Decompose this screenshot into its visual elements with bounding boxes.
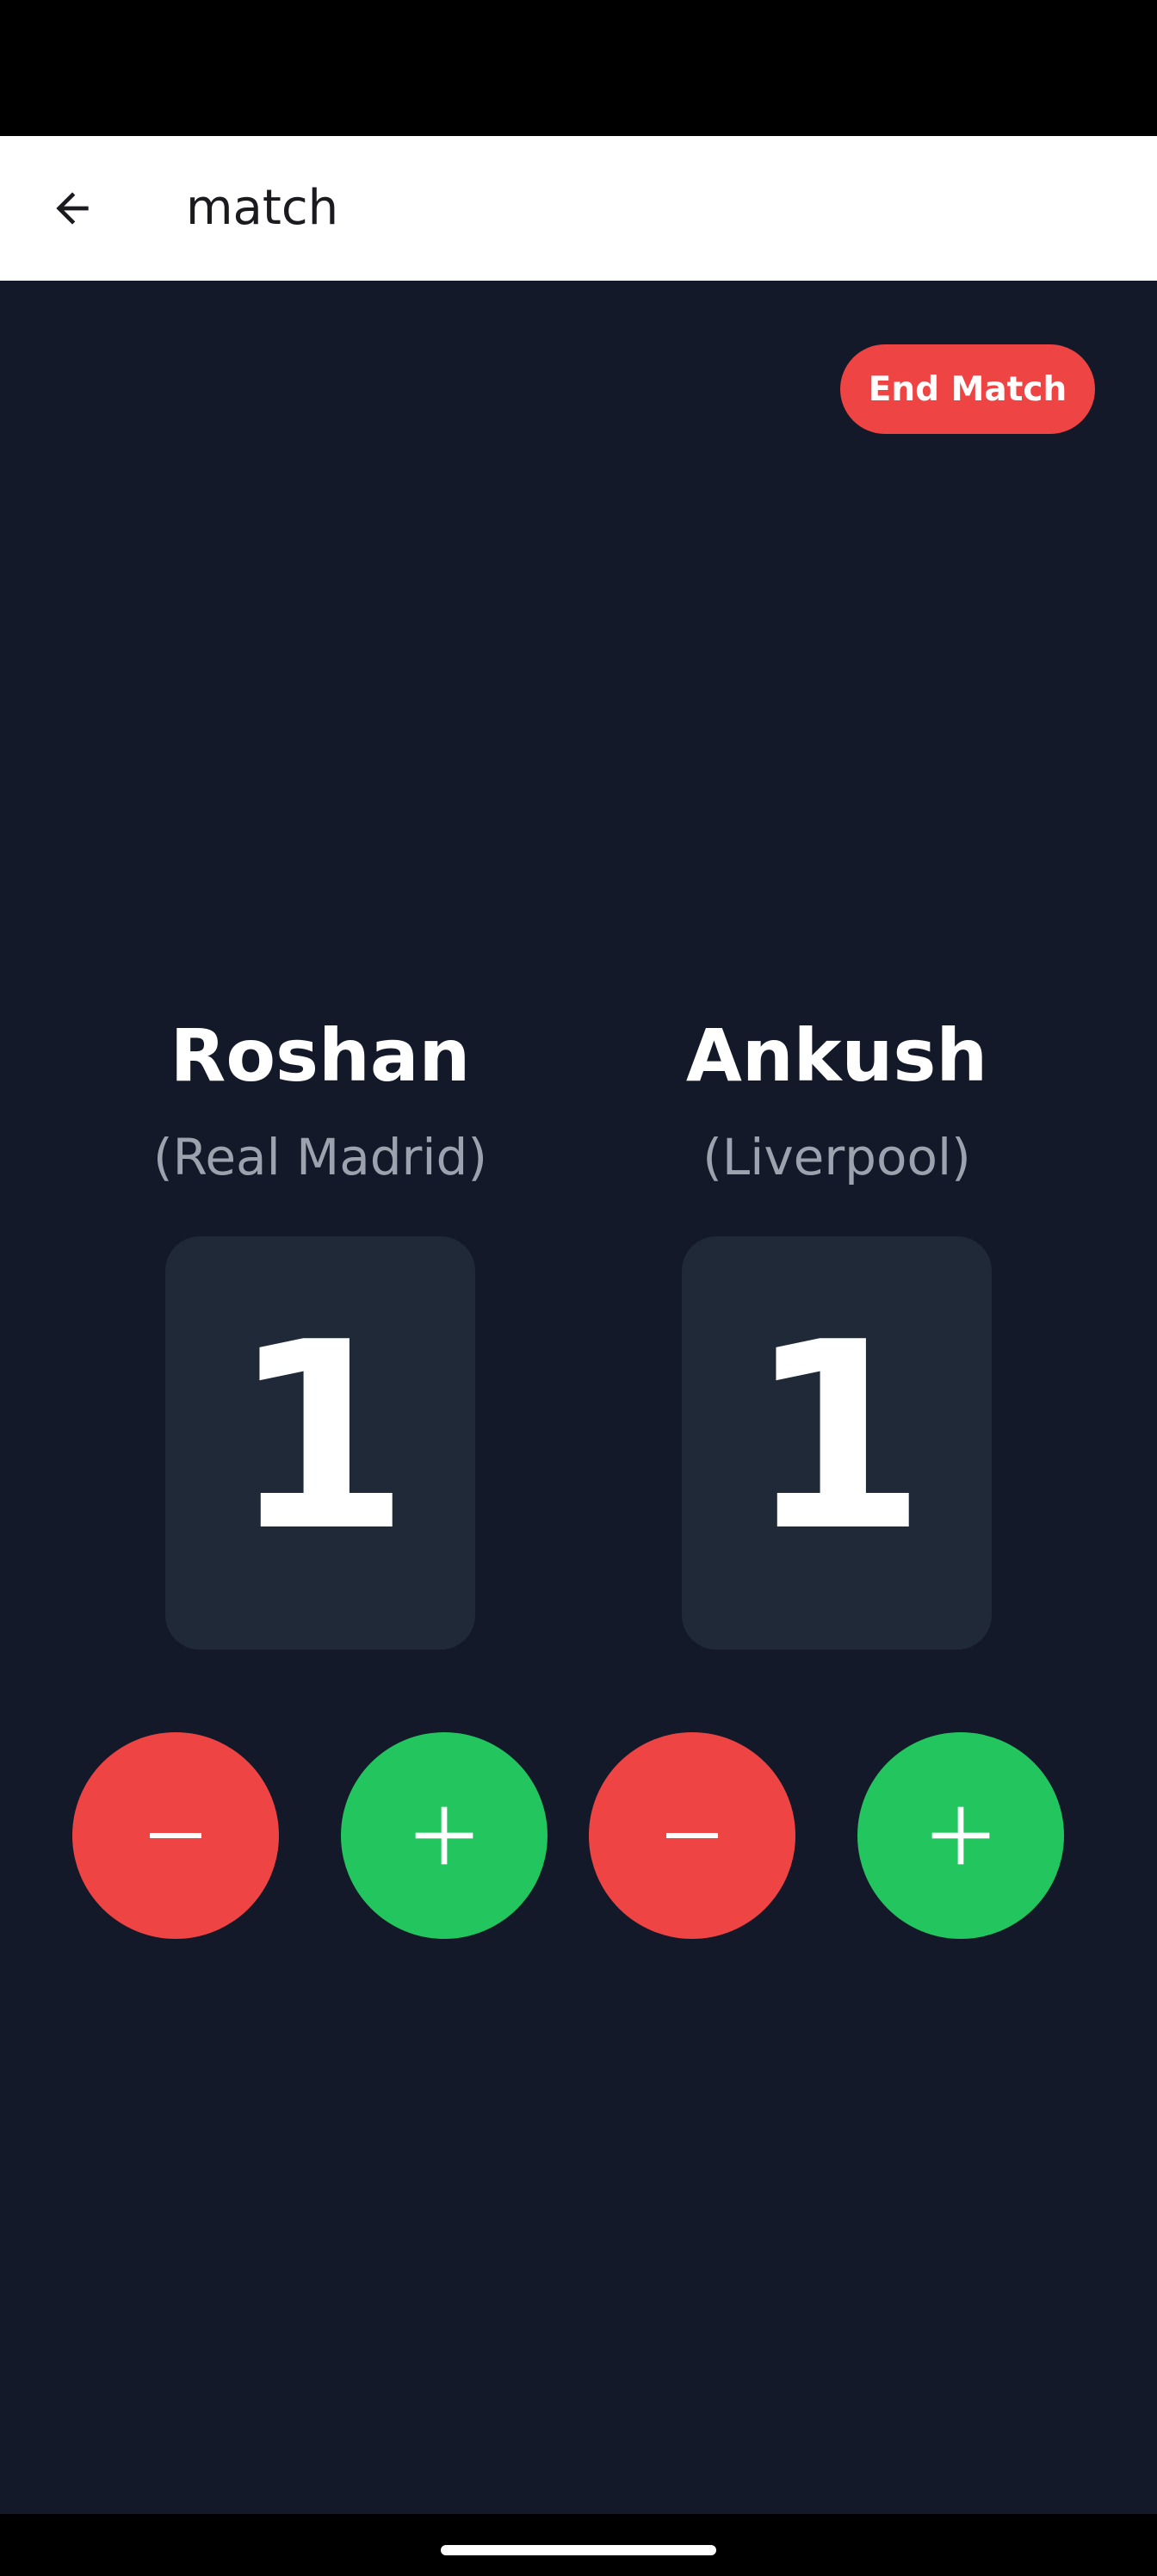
team-name: (Liverpool) bbox=[702, 1128, 971, 1186]
score-value: 1 bbox=[230, 1287, 411, 1588]
app-bar: match bbox=[0, 136, 1157, 281]
increment-score-right-button[interactable] bbox=[857, 1732, 1064, 1939]
player-right: Ankush (Liverpool) bbox=[613, 987, 1061, 1193]
score-card-right: 1 bbox=[682, 1236, 992, 1650]
plus-icon bbox=[931, 1806, 990, 1865]
plus-icon bbox=[415, 1806, 473, 1865]
arrow-back-icon bbox=[56, 192, 89, 225]
score-value: 1 bbox=[746, 1287, 927, 1588]
minus-icon bbox=[150, 1833, 201, 1838]
page-title: match bbox=[186, 180, 339, 236]
decrement-score-right-button[interactable] bbox=[589, 1732, 795, 1939]
player-left: Roshan (Real Madrid) bbox=[96, 987, 544, 1193]
system-nav-bar bbox=[0, 2514, 1157, 2576]
increment-score-left-button[interactable] bbox=[341, 1732, 548, 1939]
status-bar bbox=[0, 0, 1157, 136]
end-match-button[interactable]: End Match bbox=[840, 344, 1095, 434]
home-indicator[interactable] bbox=[441, 2545, 716, 2555]
score-card-left: 1 bbox=[165, 1236, 475, 1650]
player-name: Roshan bbox=[170, 1013, 471, 1098]
player-name: Ankush bbox=[685, 1013, 988, 1098]
back-button[interactable] bbox=[34, 170, 110, 246]
team-name: (Real Madrid) bbox=[153, 1128, 487, 1186]
match-screen: End Match Roshan (Real Madrid) Ankush (L… bbox=[0, 281, 1157, 2514]
minus-icon bbox=[666, 1833, 718, 1838]
decrement-score-left-button[interactable] bbox=[72, 1732, 279, 1939]
